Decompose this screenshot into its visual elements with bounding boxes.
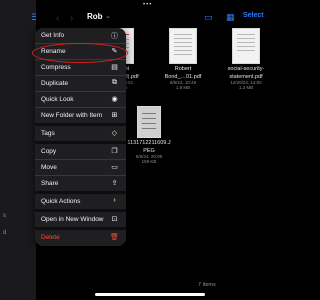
menu-item-get-info[interactable]: Get Info ⓘ bbox=[35, 28, 126, 44]
share-icon: ⇪ bbox=[111, 180, 118, 187]
menu-item-label: Share bbox=[41, 180, 59, 187]
pdf-thumbnail bbox=[232, 28, 260, 64]
file-item[interactable]: 1131712211609.J PEG 8/5/24, 20:09 159 KB bbox=[121, 106, 177, 164]
menu-item-copy[interactable]: Copy ❐ bbox=[35, 144, 126, 160]
rename-highlight-annotation bbox=[32, 43, 128, 63]
file-item[interactable]: Robert Bond_…01.pdf 8/6/24, 10:49 1.8 MB bbox=[155, 28, 211, 90]
menu-item-share[interactable]: Share ⇪ bbox=[35, 176, 126, 194]
menu-item-label: Compress bbox=[41, 64, 71, 71]
menu-item-label: Tags bbox=[41, 130, 55, 137]
menu-item-new-folder-with-item[interactable]: New Folder with Item ⊞ bbox=[35, 108, 126, 126]
menu-item-open-in-new-window[interactable]: Open in New Window ⊡ bbox=[35, 212, 126, 230]
menu-item-label: Copy bbox=[41, 148, 57, 155]
folder-icon[interactable]: ▭ bbox=[204, 12, 213, 23]
info-icon: ⓘ bbox=[111, 33, 118, 40]
menu-item-quick-look[interactable]: Quick Look ◉ bbox=[35, 92, 126, 108]
file-size: 1.8 MB bbox=[175, 85, 191, 90]
folder-title: Rob bbox=[87, 12, 103, 21]
menu-item-label: Duplicate bbox=[41, 80, 69, 87]
file-name: Robert bbox=[174, 66, 192, 72]
file-name: 1131712211609.J bbox=[127, 140, 171, 146]
copy-icon: ❐ bbox=[111, 148, 118, 155]
archive-icon: ▤ bbox=[111, 64, 118, 71]
file-item[interactable]: social-security- statement.pdf 12/20/24,… bbox=[218, 28, 274, 90]
menu-item-tags[interactable]: Tags ◇ bbox=[35, 126, 126, 144]
forward-icon[interactable]: › bbox=[70, 13, 73, 24]
menu-item-label: New Folder with Item bbox=[41, 112, 103, 119]
menu-item-move[interactable]: Move ▭ bbox=[35, 160, 126, 176]
item-count: 7 items bbox=[198, 282, 216, 288]
menu-item-label: Open in New Window bbox=[41, 216, 104, 223]
duplicate-icon: ⧉ bbox=[112, 79, 117, 86]
new-window-icon: ⊡ bbox=[111, 216, 118, 223]
chevron-down-icon[interactable]: ⌄ bbox=[105, 12, 111, 20]
file-size: 1.2 MB bbox=[238, 85, 254, 90]
menu-item-quick-actions[interactable]: Quick Actions › bbox=[35, 194, 126, 212]
menu-item-duplicate[interactable]: Duplicate ⧉ bbox=[35, 76, 126, 92]
multitasking-handle[interactable]: ••• bbox=[143, 2, 152, 8]
folder-icon: ▭ bbox=[111, 164, 118, 171]
menu-item-label: Quick Actions bbox=[41, 198, 81, 205]
file-name: social-security- bbox=[227, 66, 265, 72]
sidebar: s d bbox=[0, 0, 36, 300]
file-size: 159 KB bbox=[141, 159, 157, 164]
trash-icon: 🗑 bbox=[110, 234, 119, 241]
pdf-thumbnail bbox=[169, 28, 197, 64]
select-button[interactable]: Select bbox=[243, 12, 264, 19]
menu-item-delete[interactable]: Delete 🗑 bbox=[35, 230, 126, 246]
menu-item-label: Delete bbox=[41, 234, 60, 241]
back-icon[interactable]: ‹ bbox=[56, 13, 59, 24]
chevron-right-icon: › bbox=[113, 197, 116, 204]
sidebar-partial-text: s bbox=[3, 213, 6, 219]
image-thumbnail bbox=[137, 106, 161, 138]
menu-item-label: Quick Look bbox=[41, 96, 74, 103]
eye-icon: ◉ bbox=[111, 96, 118, 103]
menu-item-label: Move bbox=[41, 164, 57, 171]
tag-icon: ◇ bbox=[111, 130, 118, 137]
sidebar-partial-text: d bbox=[3, 230, 7, 236]
menu-item-label: Get Info bbox=[41, 32, 65, 39]
home-indicator[interactable] bbox=[95, 293, 205, 296]
folder-plus-icon: ⊞ bbox=[111, 112, 118, 119]
view-options-icon[interactable]: ▦ bbox=[226, 12, 235, 23]
